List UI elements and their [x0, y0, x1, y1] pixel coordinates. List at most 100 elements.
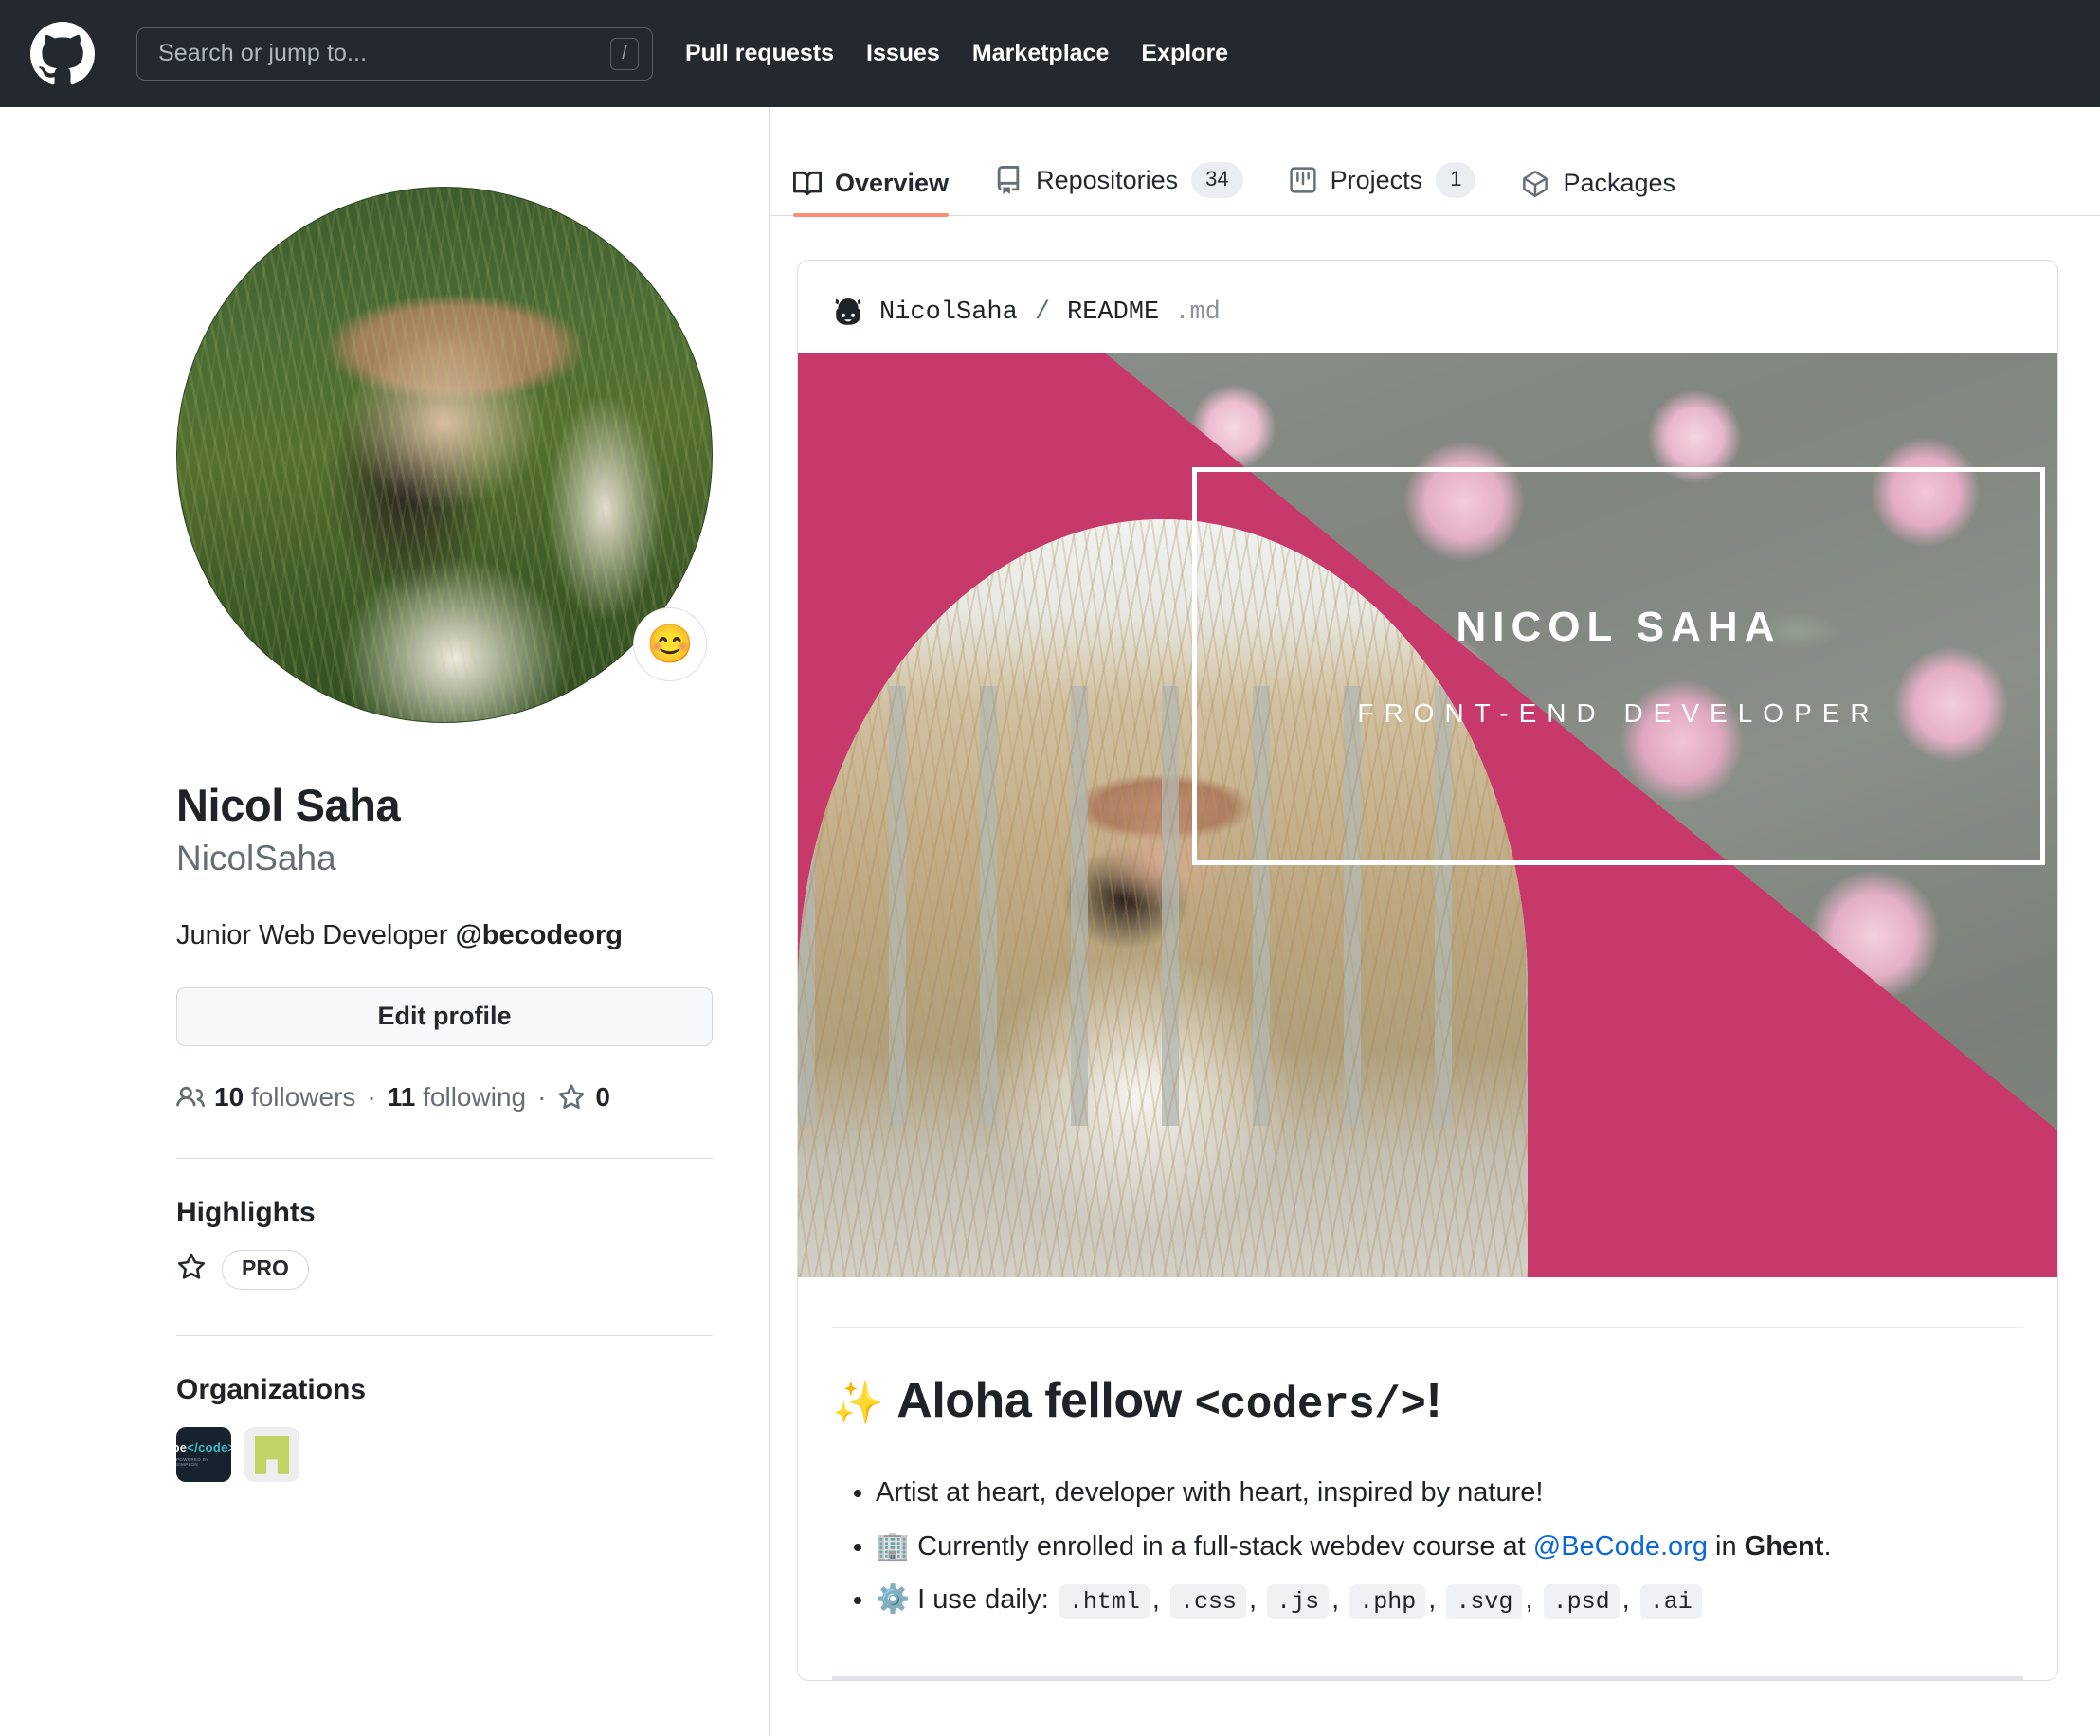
banner-white-frame: [1192, 467, 2045, 865]
package-icon: [1521, 170, 1549, 198]
stars-link[interactable]: 0: [557, 1082, 610, 1112]
bullet-3-text-before: I use daily:: [910, 1584, 1057, 1616]
tab-packages[interactable]: Packages: [1498, 169, 1698, 215]
search-kbd-hint: /: [610, 37, 639, 70]
stars-count: 0: [595, 1081, 610, 1112]
org-logo-shape: [255, 1435, 289, 1474]
code-chip: .html: [1059, 1584, 1150, 1620]
chip-separator: ,: [1331, 1584, 1348, 1616]
status-badge[interactable]: 😊: [633, 607, 707, 681]
sparkles-emoji: ✨: [832, 1380, 884, 1426]
octocat-icon: [832, 297, 864, 329]
file-type-chips: .html, .css, .js, .php, .svg, .psd, .ai: [1057, 1584, 1705, 1620]
profile-username: NicolSaha: [176, 838, 336, 877]
avatar-container: 😊: [176, 187, 713, 723]
org-logo-sub: POWERED BY SIMPLON: [176, 1457, 209, 1468]
sidebar-divider-1: [176, 1157, 713, 1159]
office-building-emoji: 🏢: [876, 1530, 911, 1562]
readme-heading: ✨ Aloha fellow <coders/>!: [832, 1371, 2023, 1432]
readme-content: ✨ Aloha fellow <coders/>! Artist at hear…: [798, 1327, 2057, 1680]
tab-packages-label: Packages: [1563, 169, 1676, 197]
global-nav: Pull requests Issues Marketplace Explore: [685, 40, 1228, 67]
followers-link[interactable]: 10 followers: [176, 1082, 355, 1112]
nav-explore[interactable]: Explore: [1141, 40, 1228, 67]
nav-pull-requests[interactable]: Pull requests: [685, 40, 834, 67]
tab-overview[interactable]: Overview: [770, 169, 971, 217]
org-avatar-becode[interactable]: be</code> POWERED BY SIMPLON: [176, 1426, 231, 1482]
following-count: 11: [387, 1081, 416, 1112]
bullet-1-text: Artist at heart, developer with heart, i…: [876, 1477, 1544, 1509]
nav-marketplace[interactable]: Marketplace: [972, 40, 1110, 67]
github-mark-icon[interactable]: [30, 21, 95, 86]
code-chip: .php: [1349, 1584, 1426, 1620]
chip-separator: ,: [1621, 1584, 1638, 1616]
organizations-list: be</code> POWERED BY SIMPLON: [176, 1426, 713, 1482]
profile-stats: 10 followers · 11 following · 0: [176, 1082, 713, 1112]
org-avatar-green[interactable]: [244, 1426, 299, 1482]
profile-bio: Junior Web Developer @becodeorg: [176, 915, 713, 955]
highlights-row: PRO: [176, 1249, 713, 1290]
edit-profile-button[interactable]: Edit profile: [176, 986, 713, 1046]
bullet-2-text-after: .: [1823, 1530, 1832, 1562]
profile-sidebar: 😊 Nicol Saha NicolSaha Junior Web Develo…: [176, 107, 713, 1482]
profile-tabs: Overview Repositories 34 Projects 1 Pack…: [770, 107, 2100, 217]
code-chip: .svg: [1446, 1584, 1523, 1620]
bullet-2-text-middle: in: [1707, 1530, 1745, 1562]
chip-separator: ,: [1151, 1584, 1168, 1616]
project-icon: [1289, 166, 1317, 194]
bullet-2-bold: Ghent: [1744, 1530, 1824, 1562]
people-icon: [176, 1083, 205, 1112]
profile-page: 😊 Nicol Saha NicolSaha Junior Web Develo…: [0, 107, 2100, 1736]
stats-separator-2: ·: [537, 1081, 547, 1112]
code-chip: .js: [1267, 1584, 1330, 1620]
readme-card: NicolSaha / README .md NICOL SAHA FRONT-E…: [797, 260, 2058, 1681]
readme-divider: [832, 1327, 2023, 1328]
nav-issues[interactable]: Issues: [866, 40, 940, 67]
tab-projects-label: Projects: [1330, 165, 1423, 194]
readme-bottom-rule: [832, 1675, 2023, 1680]
list-item: Artist at heart, developer with heart, i…: [876, 1466, 2023, 1520]
star-icon: [176, 1252, 207, 1287]
chip-separator: ,: [1525, 1584, 1541, 1616]
readme-path-separator: /: [1034, 298, 1051, 327]
gear-emoji: ⚙️: [876, 1584, 911, 1616]
tab-repositories-count: 34: [1191, 162, 1243, 198]
list-item: ⚙️ I use daily: .html, .css, .js, .php, …: [876, 1573, 2023, 1627]
star-icon: [557, 1083, 586, 1112]
code-chip: .psd: [1543, 1584, 1620, 1620]
stats-separator-1: ·: [367, 1081, 376, 1112]
global-header: Search or jump to... / Pull requests Iss…: [0, 0, 2100, 107]
following-label: following: [423, 1081, 527, 1112]
bullet-2-text-before: Currently enrolled in a full-stack webde…: [910, 1530, 1533, 1562]
readme-banner-image: NICOL SAHA FRONT-END DEVELOPER: [798, 353, 2057, 1277]
becode-link[interactable]: @BeCode.org: [1533, 1531, 1708, 1562]
tab-projects-count: 1: [1436, 162, 1476, 198]
readme-filename[interactable]: README: [1067, 298, 1159, 327]
profile-full-name: Nicol Saha: [176, 780, 401, 830]
readme-breadcrumb: NicolSaha / README .md: [798, 261, 2057, 353]
search-input[interactable]: Search or jump to... /: [136, 27, 653, 81]
tab-repositories-label: Repositories: [1036, 165, 1179, 194]
list-item: 🏢 Currently enrolled in a full-stack web…: [876, 1520, 2023, 1574]
followers-label: followers: [250, 1081, 356, 1112]
profile-main: Overview Repositories 34 Projects 1 Pack…: [769, 107, 2100, 1736]
sidebar-divider-2: [176, 1334, 713, 1336]
readme-heading-text-after: !: [1425, 1373, 1442, 1428]
readme-file-extension: .md: [1174, 298, 1221, 327]
readme-owner[interactable]: NicolSaha: [879, 298, 1018, 327]
bio-org-mention[interactable]: @becodeorg: [455, 920, 623, 950]
following-link[interactable]: 11 following: [388, 1082, 526, 1112]
followers-count: 10: [214, 1081, 244, 1112]
chip-separator: ,: [1249, 1584, 1265, 1616]
highlights-title: Highlights: [176, 1196, 316, 1228]
tab-projects[interactable]: Projects 1: [1266, 162, 1499, 215]
readme-heading-text-before: Aloha fellow: [896, 1373, 1195, 1428]
code-chip: .ai: [1639, 1584, 1702, 1620]
search-placeholder: Search or jump to...: [158, 40, 368, 66]
org-logo-text: be: [176, 1440, 188, 1456]
tab-repositories[interactable]: Repositories 34: [971, 162, 1266, 215]
readme-heading-code: <coders/>: [1194, 1381, 1426, 1430]
pro-badge[interactable]: PRO: [222, 1249, 309, 1290]
book-icon: [793, 170, 822, 198]
tab-overview-label: Overview: [835, 169, 950, 197]
